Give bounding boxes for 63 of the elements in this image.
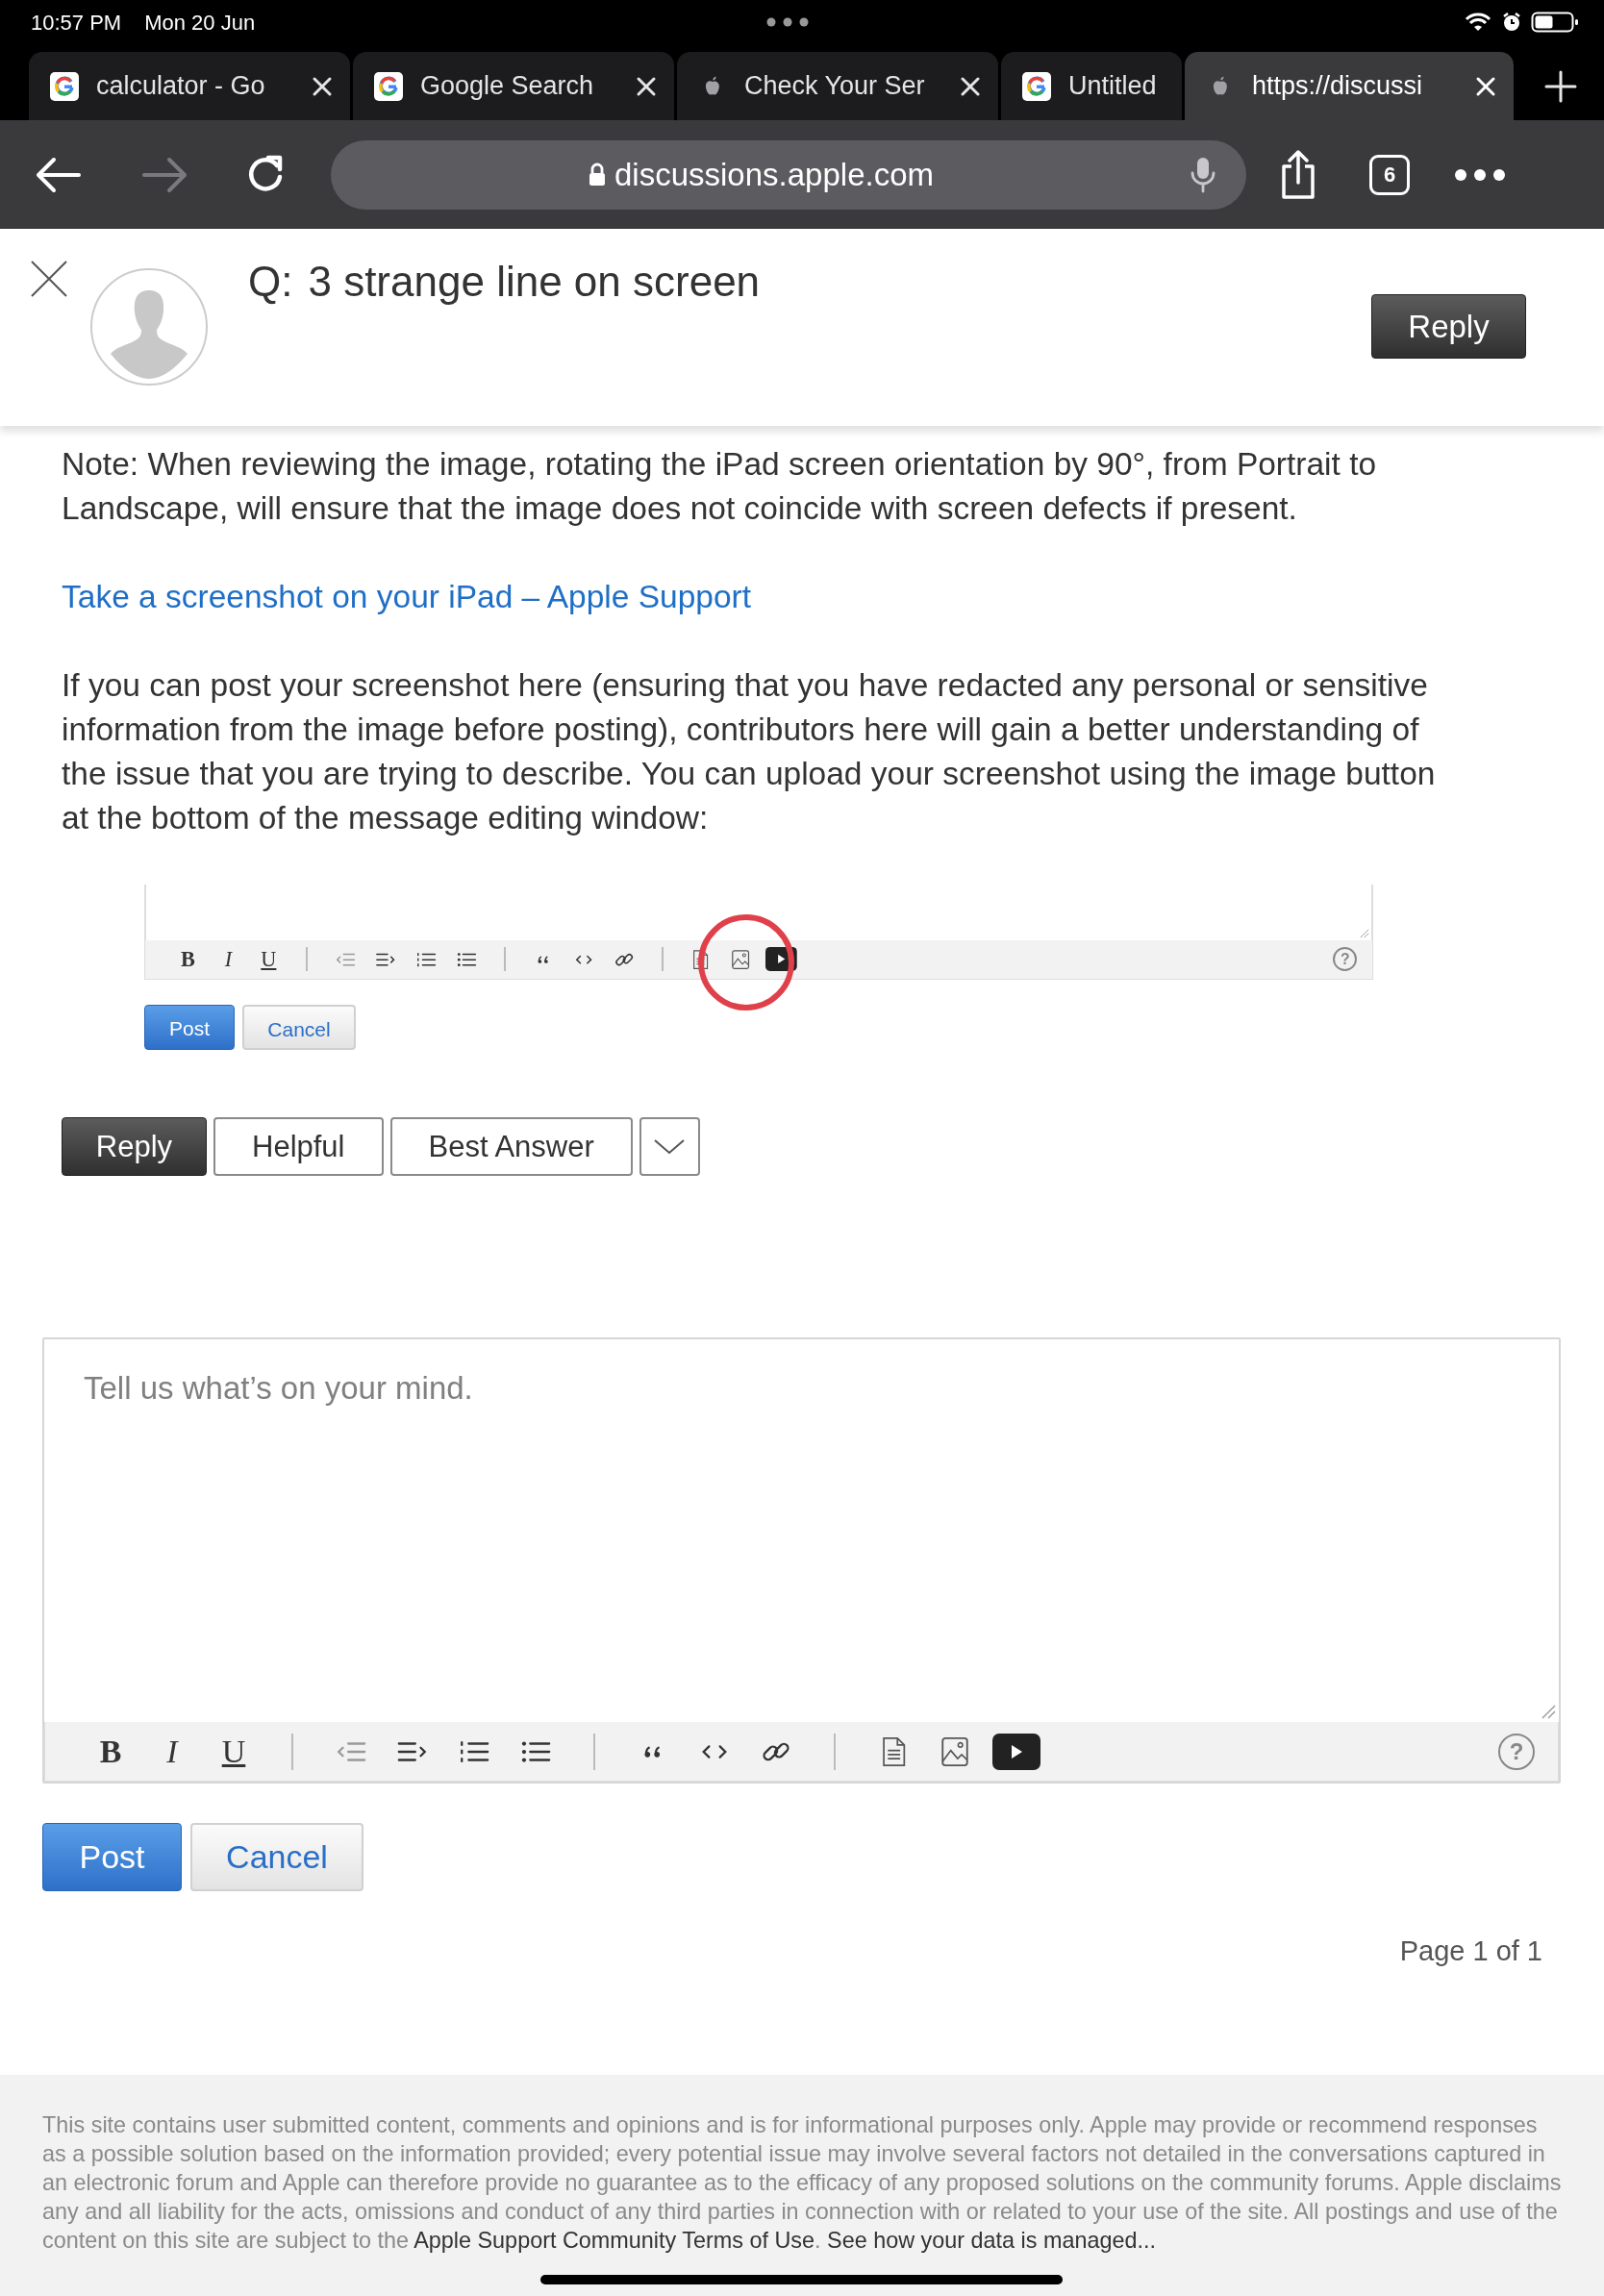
close-tab-icon[interactable]	[312, 75, 333, 97]
reply-button[interactable]: Reply	[62, 1117, 207, 1176]
question-title: 3 strange line on screen	[308, 257, 761, 307]
helpful-button[interactable]: Helpful	[213, 1117, 384, 1176]
post-button[interactable]: Post	[144, 1004, 235, 1050]
reply-button[interactable]: Reply	[1371, 294, 1526, 359]
page-indicator: Page 1 of 1	[1398, 1934, 1543, 1968]
chevron-down-icon	[653, 1137, 687, 1156]
dropdown-button[interactable]	[639, 1117, 700, 1176]
video-icon[interactable]	[992, 1733, 1040, 1770]
microphone-icon[interactable]	[1190, 155, 1216, 194]
status-date: Mon 20 Jun	[144, 9, 256, 37]
image-icon[interactable]	[730, 948, 752, 970]
message-editor[interactable]: Tell us what’s on your mind. B I U ?	[42, 1337, 1561, 1784]
post-paragraph: Note: When reviewing the image, rotating the iPad screen orientation by 90°, from Portrait to Landscape, will ensure that the image does not coincide with screen defects if present.	[62, 445, 1378, 528]
close-tab-icon[interactable]	[960, 75, 981, 97]
close-tab-icon[interactable]	[636, 75, 657, 97]
tab-count-button[interactable]: 6	[1369, 154, 1410, 195]
cancel-button[interactable]: Cancel	[242, 1004, 356, 1050]
italic-button[interactable]: I	[166, 1734, 178, 1768]
underline-button[interactable]: U	[221, 1734, 246, 1768]
more-icon[interactable]	[1454, 167, 1506, 182]
cancel-button[interactable]: Cancel	[190, 1823, 363, 1891]
battery-icon	[1531, 11, 1579, 34]
bold-button[interactable]: B	[181, 948, 195, 970]
tab-title: Google Search	[420, 70, 595, 103]
tab-title: Check Your Ser	[744, 70, 926, 103]
browser-tab[interactable]: https://discussi	[1185, 52, 1514, 120]
best-answer-button[interactable]: Best Answer	[389, 1117, 633, 1176]
lock-icon	[588, 162, 607, 187]
tab-title: calculator - Go	[96, 70, 266, 103]
browser-tab[interactable]: Untitled	[1001, 52, 1182, 120]
bold-button[interactable]: B	[99, 1734, 122, 1768]
image-icon[interactable]	[939, 1734, 971, 1768]
disclaimer-text: This site contains user submitted content, comments and opinions and is for informational purposes only. Apple may provide or recommend responses as a possible solution based on the information provided; every potential issue may involve several factors not detailed in the conversations captured in an electronic forum and Apple can therefore provide no guarantee as to the efficacy of any proposed solutions on the community forums. Apple disclaims any and all liability for the acts, omissions and conduct of any third parties in connection with or related to your use of the site. All postings and use of the content on this site are subject to the Apple Support Community Terms of Use. See how your data is managed...	[42, 2111, 1562, 2255]
close-tab-icon[interactable]	[1475, 75, 1496, 97]
google-favicon-icon	[374, 71, 403, 101]
terms-link[interactable]: Apple Support Community Terms of Use	[414, 2228, 815, 2253]
address-bar[interactable]: discussions.apple.com	[331, 139, 1246, 210]
support-link[interactable]: Take a screenshot on your iPad – Apple Support	[62, 579, 751, 614]
italic-button[interactable]: I	[224, 948, 233, 970]
post-button[interactable]: Post	[42, 1823, 182, 1891]
status-time: 10:57 PM	[31, 9, 122, 37]
resize-handle-icon[interactable]	[1358, 927, 1369, 938]
share-icon[interactable]	[1279, 149, 1317, 200]
back-icon[interactable]	[35, 155, 83, 194]
wifi-icon	[1464, 12, 1492, 33]
google-favicon-icon	[1022, 71, 1051, 101]
post-paragraph: If you can post your screenshot here (ensuring that you have redacted any personal or sensitive information from the image before posting), contributors here will gain a better understanding of the issue that you are trying to describe. You can upload your screenshot using the image button at the bottom of the message editing window:	[62, 666, 1437, 837]
data-link[interactable]: See how your data is managed...	[827, 2228, 1157, 2253]
tab-title: Untitled	[1068, 70, 1158, 103]
browser-tab[interactable]: Check Your Ser	[677, 52, 998, 120]
new-tab-icon[interactable]	[1543, 69, 1577, 103]
url-text: discussions.apple.com	[614, 155, 934, 194]
browser-tab[interactable]: calculator - Go	[29, 52, 350, 120]
google-favicon-icon	[50, 71, 79, 101]
question-prefix: Q:	[248, 257, 293, 307]
multitasking-icon[interactable]	[765, 17, 809, 27]
browser-tab[interactable]: Google Search	[353, 52, 674, 120]
close-icon[interactable]	[30, 260, 68, 298]
avatar-icon	[89, 267, 209, 387]
tab-title: https://discussi	[1252, 70, 1424, 103]
underline-button[interactable]: U	[261, 948, 277, 970]
